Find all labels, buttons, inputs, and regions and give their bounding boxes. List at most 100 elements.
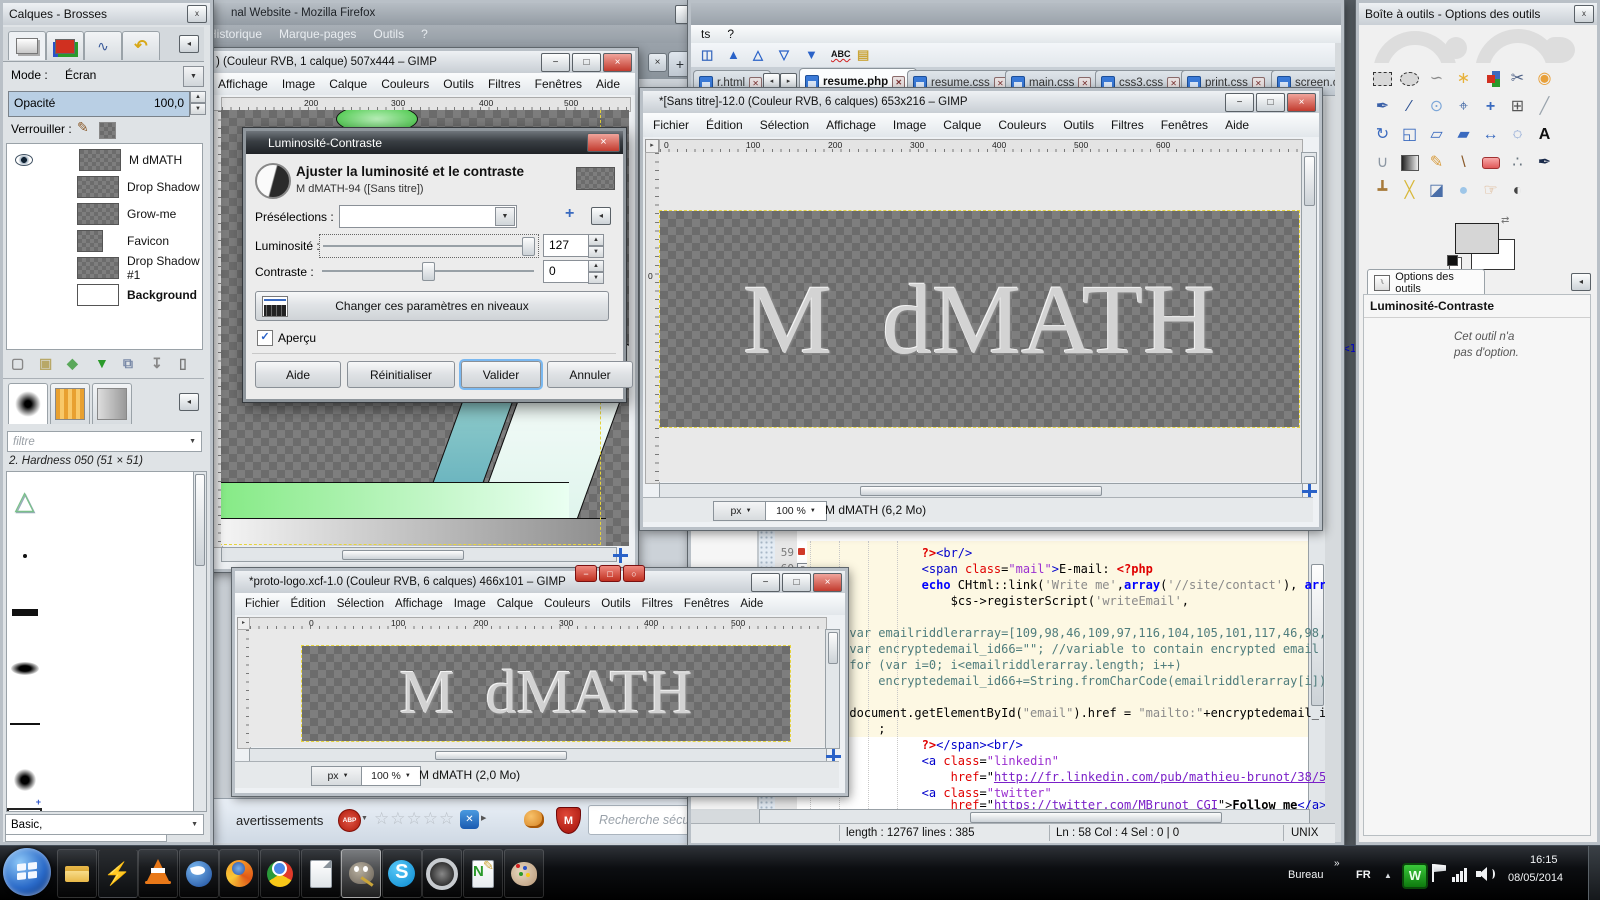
layer-name[interactable]: Drop Shadow (127, 180, 200, 194)
menu-item[interactable]: Sélection (760, 118, 809, 132)
layer-name[interactable]: Favicon (127, 234, 169, 248)
tool-eraser[interactable] (1477, 149, 1504, 176)
maximize-icon[interactable]: □ (1256, 93, 1285, 112)
menu-item[interactable]: Fenêtres (684, 598, 729, 610)
filter-dropdown-icon[interactable]: ▼ (189, 438, 201, 445)
zoom-select[interactable]: 100 %▼ (361, 766, 421, 786)
layer-name[interactable]: M dMATH (129, 153, 182, 167)
menu-item[interactable]: Aide (740, 598, 763, 610)
delete-layer-icon[interactable]: ▯ (179, 355, 187, 372)
brush-item[interactable]: △ (7, 472, 42, 528)
tool-rectangle-select[interactable] (1369, 65, 1396, 92)
minimize-icon[interactable]: − (541, 53, 570, 72)
brush-item[interactable]: + (7, 808, 42, 812)
wot-expand-icon[interactable]: ▶ (481, 814, 486, 822)
new-group-icon[interactable]: ▣ (39, 355, 52, 372)
menu-item[interactable]: ? (421, 27, 428, 41)
tray-overflow-chevron[interactable]: » (1334, 858, 1340, 869)
tab-gradients[interactable] (92, 383, 132, 424)
close-icon[interactable]: × (1287, 93, 1316, 112)
visibility-eye-icon[interactable] (15, 154, 33, 166)
tool-shear[interactable]: ▱ (1423, 121, 1450, 148)
menu-item[interactable]: Image (282, 77, 315, 91)
menu-item[interactable]: Outils (443, 77, 474, 91)
menu-item[interactable]: Image (893, 118, 926, 132)
sans-titre-titlebar[interactable]: *[Sans titre]-12.0 (Couleur RVB, 6 calqu… (643, 91, 1319, 113)
brush-item[interactable] (7, 584, 42, 640)
duplicate-layer-icon[interactable]: ⧉ (123, 355, 133, 372)
close-tab-icon[interactable]: ✕ (892, 76, 905, 89)
layer-row[interactable]: M dMATH (9, 146, 200, 173)
close-icon[interactable]: x (1574, 5, 1594, 23)
lock-alpha-icon[interactable] (99, 122, 116, 139)
menu-item[interactable]: Fichier (245, 598, 280, 610)
tool-clone[interactable]: ┻ (1369, 177, 1396, 204)
gimp-bg-menubar[interactable]: AffichageImageCalqueCouleursOutilsFiltre… (208, 73, 635, 95)
mcafee-icon[interactable]: M (556, 807, 581, 834)
maximize-icon[interactable]: □ (572, 53, 601, 72)
menu-item[interactable]: Couleurs (998, 118, 1046, 132)
foxyproxy-icon[interactable] (524, 810, 544, 828)
brush-item[interactable] (7, 696, 42, 752)
contrast-spinner[interactable]: ▲▼ (588, 260, 604, 284)
menu-item[interactable]: Édition (706, 118, 743, 132)
taskbar-icon-thunderbird[interactable] (179, 849, 219, 898)
sans-titre-menubar[interactable]: FichierÉditionSélectionAffichageImageCal… (643, 113, 1319, 137)
notepadpp-titlebar[interactable] (691, 3, 1341, 25)
lock-paint-icon[interactable]: ✎ (77, 119, 89, 136)
layer-name[interactable]: Grow-me (127, 207, 176, 221)
menu-item[interactable]: Affichage (826, 118, 876, 132)
wot-icon[interactable]: ✕ (460, 810, 479, 829)
adblock-dropdown-icon[interactable]: ▼ (361, 815, 368, 822)
unit-select[interactable]: px▼ (311, 766, 365, 786)
presets-menu-icon[interactable]: ◂ (591, 207, 611, 225)
close-icon[interactable]: × (587, 133, 620, 152)
layer-name[interactable]: Background (127, 288, 197, 302)
tool-align[interactable]: ⊞ (1504, 93, 1531, 120)
zoom-select[interactable]: 100 %▼ (765, 501, 827, 521)
visibility-eye-icon[interactable] (15, 290, 31, 300)
ruler-corner-button[interactable]: ▸ (645, 139, 659, 153)
layer-row[interactable]: Grow-me (9, 200, 200, 227)
gimp-bg-hscrollbar[interactable] (221, 547, 617, 562)
anchor-layer-icon[interactable]: ↧ (151, 355, 163, 372)
tool-perspective-clone[interactable]: ◪ (1423, 177, 1450, 204)
tool-color-picker[interactable]: ∕ (1396, 93, 1423, 120)
menu-item[interactable]: Calque (943, 118, 981, 132)
taskbar-icon-firefox[interactable] (219, 849, 259, 898)
menu-item[interactable]: Outils (373, 27, 404, 41)
taskbar-icon-libreoffice[interactable] (301, 849, 341, 898)
toolbar-icon-0[interactable]: ◫ (701, 46, 713, 63)
edit-as-levels-button[interactable]: Changer ces paramètres en niveaux (255, 291, 609, 321)
tab-layers[interactable] (8, 31, 46, 60)
proto-hscrollbar[interactable] (249, 748, 827, 762)
minimize-icon[interactable]: − (751, 573, 780, 592)
taskbar-icon-vlc[interactable] (138, 849, 178, 898)
tool-select-by-color[interactable] (1477, 65, 1504, 92)
opacity-slider[interactable]: Opacité 100,0 (8, 91, 190, 117)
proto-vscrollbar[interactable] (825, 629, 840, 749)
layer-row[interactable]: Background (9, 281, 200, 308)
dialog-titlebar[interactable]: Luminosité-Contraste × (246, 131, 623, 154)
firefox-titlebar[interactable]: nal Website - Mozilla Firefox −□× (198, 3, 769, 25)
tray-clock-time[interactable]: 16:15 (1530, 854, 1558, 866)
tray-language[interactable]: FR (1356, 869, 1371, 881)
unit-select[interactable]: px▼ (713, 501, 769, 521)
menu-item[interactable]: Outils (1063, 118, 1094, 132)
new-layer-icon[interactable]: ▢ (11, 355, 24, 372)
rating-stars-icon[interactable]: ☆☆☆☆☆ (374, 809, 455, 829)
tool-ink[interactable]: ✒ (1531, 149, 1558, 176)
tool-perspective[interactable]: ▰ (1450, 121, 1477, 148)
cancel-button[interactable]: Annuler (547, 361, 633, 388)
close-icon[interactable]: ○ (623, 565, 645, 582)
menu-item[interactable]: Aide (596, 77, 620, 91)
brush-filter-input[interactable]: filtre ▼ (7, 431, 202, 452)
tool-zoom[interactable]: ⊙ (1423, 93, 1450, 120)
reset-button[interactable]: Réinitialiser (347, 361, 455, 388)
close-tab-button[interactable]: × (648, 53, 667, 72)
network-icon[interactable] (1452, 866, 1470, 882)
panel-menu-icon[interactable]: ◂ (1571, 273, 1591, 291)
preset-dropdown-icon[interactable]: ▼ (191, 821, 203, 828)
firefox-menubar[interactable]: HistoriqueMarque-pagesOutils? (198, 25, 769, 43)
menu-item[interactable]: Sélection (337, 598, 384, 610)
